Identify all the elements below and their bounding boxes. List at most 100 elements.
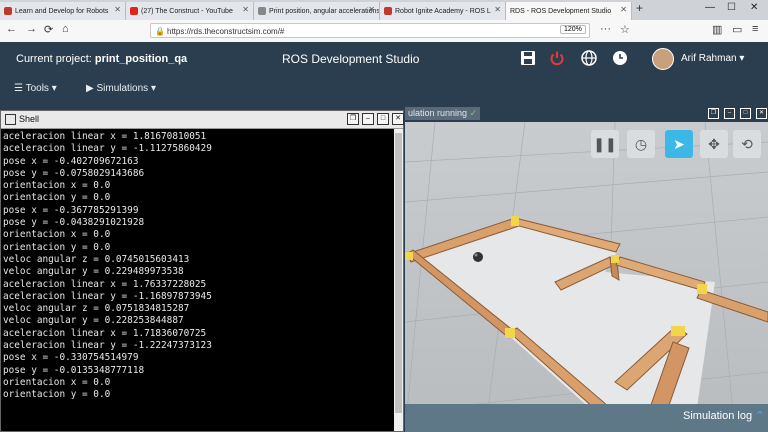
minimize-window-icon[interactable]: – (724, 108, 735, 119)
browser-tab[interactable]: Print position, angular accelerations ✕ (254, 2, 380, 20)
hamburger-icon: ☰ (14, 83, 23, 94)
lock-icon: 🔒 (155, 27, 165, 36)
browser-tab[interactable]: Robot Ignite Academy - ROS L ✕ (380, 2, 506, 20)
zoom-level[interactable]: 120% (560, 25, 586, 34)
select-mode-button[interactable]: ➤ (665, 130, 693, 158)
terminal-line: aceleracion linear x = 1.81670810051 (3, 131, 207, 142)
simulation-scene[interactable] (405, 122, 768, 432)
bookmark-star-icon[interactable]: ☆ (620, 23, 630, 36)
page-actions-icon[interactable]: ··· (600, 23, 611, 35)
new-tab-icon[interactable]: + (636, 1, 643, 15)
app-title: ROS Development Studio (282, 52, 420, 66)
current-project: Current project: print_position_qa (16, 53, 187, 65)
terminal-line: pose y = -0.0758029143686 (3, 167, 145, 179)
home-icon[interactable]: ⌂ (62, 23, 69, 35)
project-label: Current project: (16, 53, 92, 65)
terminal-line: aceleracion linear x = 1.71836070725 (3, 327, 207, 339)
chevron-up-icon: ⌃ (755, 410, 765, 422)
terminal-line: orientacion y = 0.0 (3, 192, 111, 204)
address-bar-row: ← → ⟳ ⌂ 🔒 https://rds.theconstructsim.co… (0, 20, 768, 43)
user-name[interactable]: Arif Rahman ▾ (681, 53, 744, 64)
play-circle-icon: ▶ (86, 83, 94, 94)
terminal-line: veloc angular y = 0.229489973538 (3, 266, 184, 278)
terminal-line: orientacion y = 0.0 (3, 389, 111, 401)
simulations-label: Simulations (96, 83, 149, 94)
terminal-line: orientacion x = 0.0 (3, 376, 111, 388)
terminal-line: pose x = -0.402709672163 (3, 155, 139, 167)
forward-icon[interactable]: → (26, 23, 37, 35)
save-icon[interactable] (520, 50, 536, 70)
minimize-window-icon[interactable]: – (362, 113, 374, 125)
user-name-text: Arif Rahman (681, 53, 737, 64)
simulations-menu[interactable]: ▶ Simulations ▾ (86, 83, 156, 94)
sidebar-icon[interactable]: ▥ (712, 23, 722, 36)
tools-menu[interactable]: ☰ Tools ▾ (14, 83, 57, 94)
tab-title: RDS - ROS Development Studio (510, 7, 612, 15)
terminal-line: pose y = -0.0135348777118 (3, 364, 145, 376)
terminal-line: veloc angular z = 0.0745015603413 (3, 253, 190, 265)
shell-titlebar: Shell ❐ – □ ✕ (1, 111, 404, 129)
browser-tab-active[interactable]: RDS - ROS Development Studio ✕ (506, 2, 632, 20)
pause-button[interactable]: ❚❚ (591, 130, 619, 158)
youtube-icon (130, 7, 138, 15)
gazebo-viewport[interactable] (405, 122, 768, 432)
clock-icon[interactable] (612, 50, 628, 70)
back-icon[interactable]: ← (6, 23, 17, 35)
maximize-window-icon[interactable]: □ (740, 108, 751, 119)
terminal-line: orientacion y = 0.0 (3, 241, 111, 253)
reader-icon[interactable]: ▭ (732, 23, 742, 36)
menu-icon[interactable]: ≡ (752, 23, 758, 35)
close-tab-icon[interactable]: ✕ (368, 5, 375, 14)
terminal-icon (5, 114, 16, 125)
close-tab-icon[interactable]: ✕ (620, 5, 627, 14)
terminal-line: aceleracion linear y = -1.11275860429 (3, 143, 212, 155)
simulation-log-label: Simulation log (683, 410, 753, 422)
chevron-down-icon: ▾ (150, 83, 156, 94)
rotate-mode-button[interactable]: ⟲ (733, 130, 761, 158)
close-tab-icon[interactable]: ✕ (242, 5, 249, 14)
tools-label: Tools (25, 83, 49, 94)
maximize-window-icon[interactable]: □ (377, 113, 389, 125)
terminal-output[interactable]: aceleracion linear x = 1.81670810051 acel… (3, 131, 393, 426)
avatar[interactable] (652, 48, 674, 70)
power-icon[interactable] (549, 50, 565, 70)
app-toolbar: ☰ Tools ▾ ▶ Simulations ▾ (0, 77, 768, 102)
minimize-window-icon[interactable]: — (705, 2, 715, 13)
close-window-icon[interactable]: ✕ (392, 113, 404, 125)
project-name: print_position_qa (94, 53, 188, 65)
terminal-line: veloc angular y = 0.228253844887 (3, 315, 184, 327)
move-mode-button[interactable]: ✥ (700, 130, 728, 158)
app-header: Current project: print_position_qa ROS D… (0, 42, 768, 77)
terminal-line: veloc angular z = 0.0751834815287 (3, 303, 190, 315)
browser-tab[interactable]: Learn and Develop for Robots ✕ (0, 2, 126, 20)
restore-window-icon[interactable]: ❐ (347, 113, 359, 125)
terminal-line: aceleracion linear y = -1.16897873945 (3, 290, 212, 302)
maximize-window-icon[interactable]: ☐ (727, 2, 736, 13)
reload-icon[interactable]: ⟳ (44, 23, 53, 36)
close-tab-icon[interactable]: ✕ (494, 5, 501, 14)
tab-title: Learn and Develop for Robots (15, 7, 109, 15)
chevron-down-icon: ▾ (739, 53, 745, 64)
tab-title: (27) The Construct - YouTube (141, 7, 233, 15)
url-text: https://rds.theconstructsim.com/# (167, 27, 285, 36)
terminal-line: orientacion x = 0.0 (3, 229, 111, 241)
url-field[interactable]: 🔒 https://rds.theconstructsim.com/# (150, 23, 590, 38)
restore-window-icon[interactable]: ❐ (708, 108, 719, 119)
simulation-log-toggle[interactable]: Simulation log ⌃ (683, 409, 764, 422)
scrollbar[interactable] (394, 129, 403, 431)
browser-tab[interactable]: (27) The Construct - YouTube ✕ (126, 2, 254, 20)
check-icon: ✓ (469, 108, 478, 118)
terminal-line: aceleracion linear x = 1.76337228025 (3, 278, 207, 290)
globe-icon[interactable] (581, 50, 597, 70)
shell-window[interactable]: Shell ❐ – □ ✕ aceleracion linear x = 1.8… (0, 110, 404, 432)
tab-title: Robot Ignite Academy - ROS L (395, 7, 491, 15)
close-window-icon[interactable]: ✕ (756, 108, 767, 119)
chevron-down-icon: ▾ (51, 83, 57, 94)
tab-favicon-icon (4, 7, 12, 15)
close-window-icon[interactable]: ✕ (750, 2, 758, 13)
close-tab-icon[interactable]: ✕ (114, 5, 121, 14)
terminal-line: pose x = -0.367785291399 (3, 204, 139, 216)
scrollbar-thumb[interactable] (395, 133, 402, 413)
clock-icon[interactable]: ◷ (627, 130, 655, 158)
terminal-line: pose y = -0.0438291021928 (3, 217, 145, 229)
